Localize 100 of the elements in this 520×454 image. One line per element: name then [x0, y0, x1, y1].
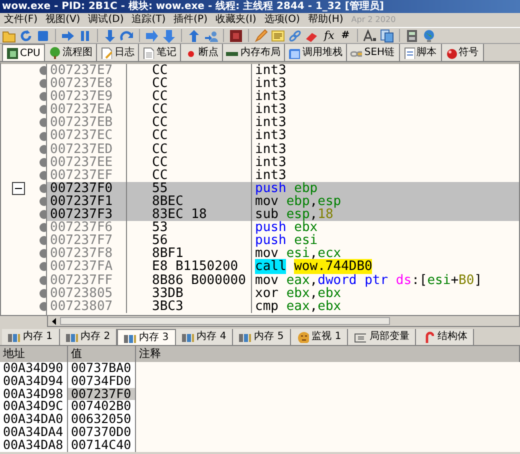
bytes-cell: CC [127, 156, 252, 169]
tab[interactable]: 内存布局 [223, 44, 286, 61]
tab[interactable]: 脚本 [400, 44, 442, 61]
tab[interactable]: CPU [2, 44, 46, 61]
tab[interactable]: 流程图 [45, 44, 98, 61]
tab[interactable]: 符号 [442, 44, 484, 61]
breakpoint-marker-icon[interactable] [38, 156, 46, 168]
user-icon[interactable] [204, 28, 218, 42]
disassembly-row[interactable]: 007237E8 CC int3 [47, 77, 519, 90]
tab[interactable]: 调用堆栈 [285, 44, 348, 61]
disassembly-row[interactable]: 007237ED CC int3 [47, 142, 519, 156]
down-arrow-icon[interactable] [162, 28, 176, 42]
disassembly-row[interactable]: 007237E9 CC int3 [47, 90, 519, 104]
value-cell[interactable]: 00734FD0 [68, 374, 136, 388]
curved-arrow-icon[interactable] [120, 28, 134, 42]
breakpoint-marker-icon[interactable] [38, 261, 46, 272]
menu-item[interactable]: 帮助(H) [308, 13, 344, 27]
disassembly-row[interactable]: 007237E7 CC int3 [47, 64, 519, 78]
disassembly-row[interactable]: 007237EC CC int3 [47, 129, 519, 143]
chain-icon[interactable] [288, 28, 302, 42]
scrollbar-thumb[interactable] [60, 317, 390, 325]
disassembly-row[interactable]: 007237F8 8BF1 mov esi,ecx [47, 247, 519, 260]
disassembly-row[interactable]: 007237FA E8 B1150200 call wow.744DB0 [47, 260, 519, 274]
tab[interactable]: 内存 1 [2, 329, 60, 345]
breakpoint-marker-icon[interactable] [38, 104, 46, 116]
breakpoint-marker-icon[interactable] [38, 91, 46, 102]
down-arrow-icon[interactable] [103, 28, 117, 42]
horizontal-scrollbar[interactable] [47, 316, 520, 327]
value-cell[interactable]: 00714C40 [68, 438, 136, 452]
tab[interactable]: 监视 1 [290, 329, 348, 345]
disassembly-row[interactable]: 007237F0 55 push ebp [47, 182, 519, 195]
value-cell[interactable]: 007402B0 [68, 400, 136, 414]
disassembly-row[interactable]: 007237FF 8B86 B000000 mov eax,dword ptr ds:[esi+B0] [47, 274, 519, 287]
right-arrow-icon[interactable] [145, 28, 159, 42]
bytes-cell: E8 B1150200 [127, 260, 252, 274]
disassembly-row[interactable]: 007237F6 53 push ebx [47, 221, 519, 234]
breakpoint-marker-icon[interactable] [38, 235, 46, 246]
menu-item[interactable]: 视图(V) [46, 13, 80, 27]
disassembly-row[interactable]: 007237EE CC int3 [47, 156, 519, 169]
tab[interactable]: 日志 [97, 44, 140, 61]
stop-icon[interactable] [36, 28, 50, 42]
note-icon[interactable] [271, 28, 285, 42]
up-arrow-icon[interactable] [187, 28, 201, 42]
breakpoint-marker-icon[interactable] [38, 144, 46, 155]
breakpoint-marker-icon[interactable] [38, 209, 46, 220]
breakpoint-marker-icon[interactable] [38, 130, 46, 142]
tab[interactable]: 内存 5 [233, 329, 291, 345]
value-cell[interactable]: 00632050 [68, 413, 136, 426]
toolbar-button[interactable]: fx [322, 28, 336, 42]
tab[interactable]: SEH链 [347, 44, 400, 61]
calculator-icon[interactable] [404, 28, 419, 42]
breakpoint-marker-icon[interactable] [38, 196, 46, 207]
copy-icon[interactable] [380, 28, 394, 42]
tab[interactable]: 内存 4 [176, 329, 234, 345]
left-arrow-icon[interactable] [50, 317, 58, 326]
restart-icon[interactable] [19, 28, 33, 42]
disassembly-row[interactable]: 007237F3 83EC 18 sub esp,18 [47, 208, 519, 222]
disassembly-row[interactable]: 007237F7 56 push esi [47, 234, 519, 248]
breakpoint-marker-icon[interactable] [38, 78, 46, 90]
globe-icon[interactable] [422, 28, 436, 42]
toolbar-button[interactable]: # [339, 28, 352, 42]
disassembly-row[interactable]: 00723805 33DB xor ebx,ebx [47, 286, 519, 300]
tab[interactable]: 断点 [181, 44, 224, 61]
disassembly-row[interactable]: 007237F1 8BEC mov ebp,esp [47, 194, 519, 208]
address-cell: 007237FF [47, 274, 127, 287]
pause-icon[interactable] [78, 28, 92, 42]
bytes-cell: 53 [127, 221, 252, 234]
tab[interactable]: 内存 3 [117, 329, 176, 345]
breakpoint-marker-icon[interactable] [38, 65, 46, 76]
disassembly-row[interactable]: 007237EA CC int3 [47, 103, 519, 116]
tab[interactable]: 局部变量 [348, 329, 416, 345]
disassembly-row[interactable]: 007237EB CC int3 [47, 116, 519, 130]
collapse-icon[interactable] [12, 182, 25, 195]
value-cell[interactable]: 007370D0 [68, 426, 136, 439]
menu-item[interactable]: 选项(O) [264, 13, 300, 27]
address-cell: 007237F7 [47, 234, 127, 248]
menu-item[interactable]: 追踪(T) [132, 13, 166, 27]
breakpoint-marker-icon[interactable] [38, 117, 46, 128]
tab[interactable]: 内存 2 [60, 329, 118, 345]
value-cell[interactable]: 00737BA0 [68, 362, 136, 375]
tab[interactable]: 笔记 [139, 44, 182, 61]
menu-item[interactable]: 文件(F) [4, 13, 38, 27]
memory-icon [239, 331, 252, 343]
right-arrow-icon[interactable] [61, 28, 75, 42]
tab[interactable]: 结构体 [416, 329, 474, 345]
breakpoint-marker-icon[interactable] [38, 182, 46, 194]
breakpoint-marker-icon[interactable] [38, 222, 46, 234]
column-header[interactable]: 注释 [136, 346, 520, 362]
script-icon[interactable] [229, 28, 243, 42]
breakpoint-marker-icon[interactable] [38, 300, 46, 312]
breakpoint-marker-icon[interactable] [38, 288, 46, 299]
font-icon[interactable] [362, 28, 377, 42]
menu-item[interactable]: 收藏夹(I) [216, 13, 256, 27]
disassembly-row[interactable]: 00723807 3BC3 cmp eax,ebx [47, 300, 519, 313]
breakpoint-marker-icon[interactable] [38, 170, 46, 181]
menu-item[interactable]: 插件(P) [174, 13, 208, 27]
menu-item[interactable]: 调试(D) [88, 13, 124, 27]
value-cell[interactable]: 007237F0 [68, 388, 136, 400]
breakpoint-marker-icon[interactable] [38, 248, 46, 260]
breakpoint-marker-icon[interactable] [38, 274, 46, 286]
